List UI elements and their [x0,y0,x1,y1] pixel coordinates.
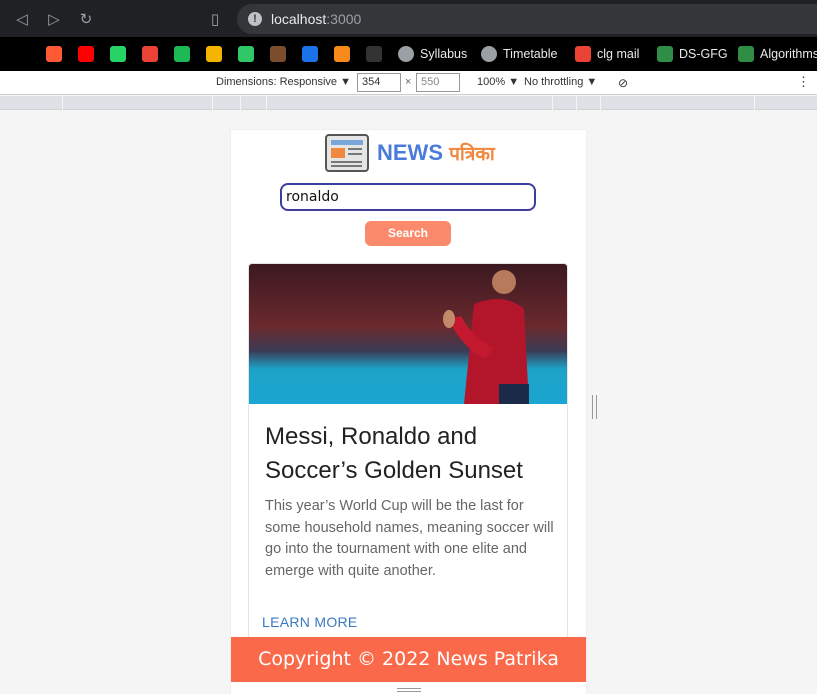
back-icon[interactable]: ◁ [12,9,32,29]
site-info-icon[interactable]: ! [248,12,262,26]
bookmark-item[interactable] [206,45,222,63]
whatsapp-icon [110,46,126,62]
github-icon [366,46,382,62]
bookmark-item[interactable] [46,45,62,63]
learn-more-link[interactable]: LEARN MORE [262,614,358,630]
bookmark-label: clg mail [597,47,640,61]
bookmark-item[interactable] [366,45,382,63]
reload-icon[interactable]: ↻ [76,9,96,29]
gfg-icon [738,46,754,62]
bookmark-item[interactable] [270,45,286,63]
forward-icon[interactable]: ▷ [44,9,64,29]
search-input[interactable]: ronaldo [280,183,536,211]
search-button[interactable]: Search [365,221,451,246]
more-options-icon[interactable]: ⋮ [797,74,810,90]
bookmark-label: Algorithms [760,47,817,61]
article-image[interactable] [249,264,567,404]
bookmark-item[interactable] [78,45,94,63]
gfg-icon [657,46,673,62]
app-logo[interactable]: NEWS पत्रिका [325,134,495,172]
newspaper-icon [325,134,369,172]
bookmark-label: Timetable [503,47,558,61]
classroom-icon [206,46,222,62]
bookmark-item[interactable] [334,45,350,63]
article-title: Messi, Ronaldo and Soccer’s Golden Sunse… [265,423,523,484]
resize-handle-bottom[interactable] [397,688,421,692]
brand-name: NEWS पत्रिका [377,140,495,165]
at-icon [302,46,318,62]
gmail-icon [575,46,591,62]
device-viewport: NEWS पत्रिका ronaldo Search Messi, Ronal… [231,130,586,694]
youtube-music-icon [78,46,94,62]
news-card: Messi, Ronaldo and Soccer’s Golden Sunse… [248,263,568,643]
bookmark-item[interactable] [110,45,126,63]
bookmark-item[interactable]: Timetable [481,45,557,63]
cc-icon [270,46,286,62]
spotify-icon [174,46,190,62]
bookmark-item[interactable] [142,45,158,63]
bookmark-item[interactable]: DS-GFG [657,45,728,63]
article-photo-figure [443,270,529,404]
media-query-ruler[interactable] [0,96,817,110]
article-description: This year’s World Cup will be the last f… [265,498,554,579]
gmail-icon [142,46,158,62]
invision-icon [46,46,62,62]
device-toolbar: Dimensions: Responsive ▼ 354 × 550 100% … [0,71,817,95]
height-input[interactable]: 550 [416,73,460,92]
resize-handle-right[interactable] [592,395,597,419]
globe-icon [481,46,497,62]
page-footer: Copyright © 2022 News Patrika [231,637,586,682]
rotate-icon[interactable]: ⊘ [618,76,628,90]
zoom-dropdown[interactable]: 100% ▼ [477,76,519,88]
bookmark-label: DS-GFG [679,47,728,61]
bookmarks-bar: Syllabus Timetable clg mail DS-GFG Algorithm… [0,37,817,71]
bookmark-item[interactable] [302,45,318,63]
browser-toolbar: ◁ ▷ ↻ ▯ ! localhost:3000 [0,0,817,37]
bookmark-icon[interactable]: ▯ [205,9,225,29]
width-input[interactable]: 354 [357,73,401,92]
globe-icon [398,46,414,62]
notion-icon [14,46,30,62]
codingninjas-icon [334,46,350,62]
bookmark-item[interactable] [14,45,30,63]
bookmark-item[interactable] [174,45,190,63]
bookmark-item[interactable]: Algorithms [738,45,817,63]
bookmark-item[interactable]: Syllabus [398,45,467,63]
bookmark-item[interactable] [238,45,254,63]
bookmark-label: Syllabus [420,47,468,61]
times-icon: × [405,76,412,88]
dimensions-dropdown[interactable]: Dimensions: Responsive ▼ [216,76,351,88]
throttling-dropdown[interactable]: No throttling ▼ [524,76,597,88]
url-text[interactable]: localhost:3000 [271,11,361,27]
bookmark-item[interactable]: clg mail [575,45,639,63]
address-bar[interactable]: ! localhost:3000 [237,4,817,34]
hackerrank-icon [238,46,254,62]
